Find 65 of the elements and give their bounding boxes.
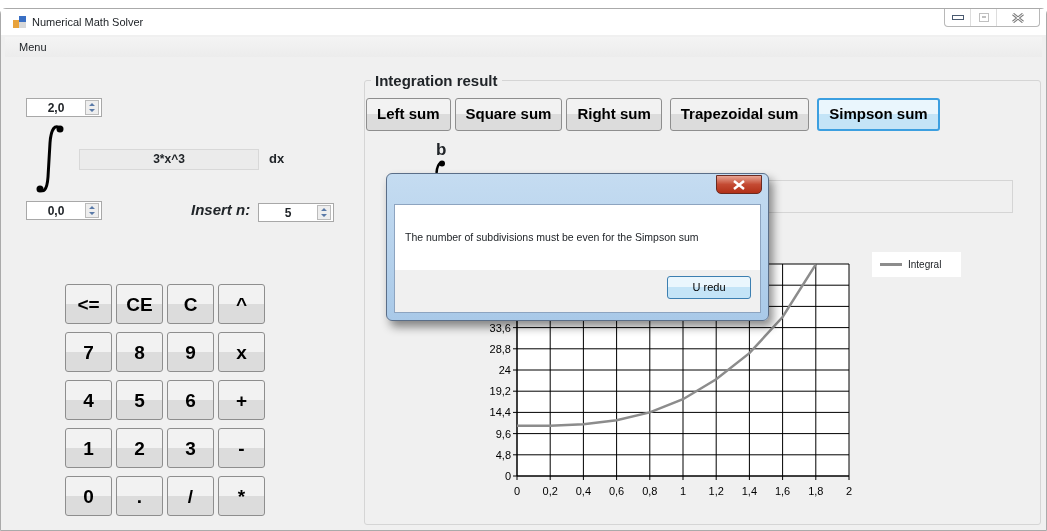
keypad-key[interactable]: - <box>218 428 265 468</box>
legend-swatch <box>880 262 902 267</box>
y-tick-label: 14,4 <box>489 406 511 419</box>
keypad-key[interactable]: 3 <box>167 428 214 468</box>
y-tick-label: 4,8 <box>495 448 511 461</box>
y-tick-label: 0 <box>504 470 511 482</box>
method-button[interactable]: Left sum <box>366 98 451 131</box>
y-tick-label: 19,2 <box>489 385 511 398</box>
dx-label: dx <box>269 150 285 169</box>
function-field[interactable]: 3*x^3 <box>79 148 259 170</box>
x-tick-label: 0,6 <box>608 485 625 497</box>
x-tick-label: 1,4 <box>741 485 758 497</box>
lower-limit-spinner[interactable]: 0,0 <box>26 201 102 220</box>
method-button[interactable]: Square sum <box>454 98 563 131</box>
x-tick-label: 2 <box>845 485 853 497</box>
keypad-key[interactable]: ^ <box>218 284 265 324</box>
keypad-key[interactable]: 6 <box>167 380 214 420</box>
dialog-close-button[interactable] <box>716 175 762 194</box>
keypad-key[interactable]: 9 <box>167 332 214 372</box>
keypad-key[interactable]: C <box>167 284 214 324</box>
method-button[interactable]: Right sum <box>566 98 662 131</box>
keypad-key[interactable]: <= <box>65 284 112 324</box>
x-tick-label: 1,6 <box>774 485 791 497</box>
x-tick-label: 0 <box>513 485 521 497</box>
insert-n-label: Insert n: <box>191 200 251 221</box>
keypad-key[interactable]: 1 <box>65 428 112 468</box>
maximize-icon <box>978 13 989 22</box>
app-icon <box>13 16 26 28</box>
keypad-key[interactable]: . <box>116 476 163 516</box>
ok-button[interactable]: U redu <box>667 276 751 299</box>
keypad-key[interactable]: 4 <box>65 380 112 420</box>
x-tick-label: 0,8 <box>642 485 658 497</box>
group-title: Integration result <box>371 72 502 89</box>
method-button[interactable]: Simpson sum <box>817 98 940 131</box>
x-tick-label: 0,2 <box>542 485 558 497</box>
method-button[interactable]: Trapezoidal sum <box>669 98 810 131</box>
keypad-key[interactable]: 7 <box>65 332 112 372</box>
keypad-key[interactable]: 0 <box>65 476 112 516</box>
dialog-message: The number of subdivisions must be even for the Simpson sum <box>405 229 699 245</box>
x-tick-label: 0,4 <box>575 485 592 497</box>
menu-item[interactable]: Menu <box>19 38 47 56</box>
keypad-key[interactable]: 5 <box>116 380 163 420</box>
y-tick-label: 24 <box>498 364 511 376</box>
keypad-key[interactable]: * <box>218 476 265 516</box>
legend-label: Integral <box>908 258 942 272</box>
n-spinner[interactable]: 5 <box>258 203 335 222</box>
upper-limit-spinner[interactable]: 2,0 <box>26 98 102 117</box>
y-tick-label: 28,8 <box>489 342 511 355</box>
keypad-key[interactable]: / <box>167 476 214 516</box>
keypad-key[interactable]: x <box>218 332 265 372</box>
window-title: Numerical Math Solver <box>32 14 144 30</box>
keypad-key[interactable]: + <box>218 380 265 420</box>
y-tick-label: 9,6 <box>495 427 511 440</box>
close-icon <box>1012 12 1024 23</box>
upper-bound-label: b <box>436 141 447 158</box>
close-icon <box>733 179 745 190</box>
x-tick-label: 1,2 <box>708 485 724 497</box>
minimize-icon <box>951 15 964 20</box>
keypad-key[interactable]: 2 <box>116 428 163 468</box>
keypad-key[interactable]: CE <box>116 284 163 324</box>
x-tick-label: 1 <box>679 485 687 497</box>
y-tick-label: 33,6 <box>489 321 511 334</box>
integral-sign-icon <box>35 123 65 195</box>
x-tick-label: 1,8 <box>808 485 824 497</box>
keypad-key[interactable]: 8 <box>116 332 163 372</box>
